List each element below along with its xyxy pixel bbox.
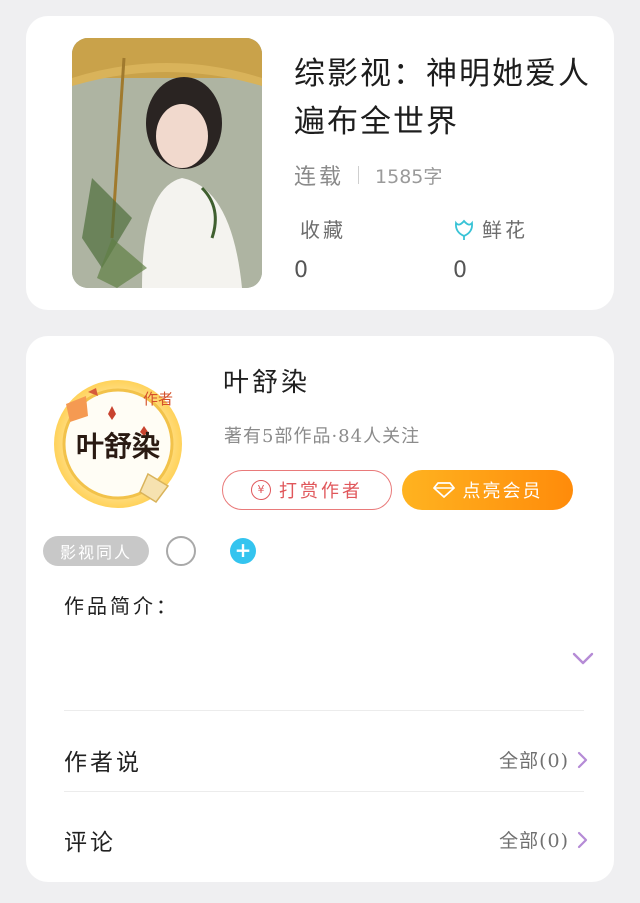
- flowers-count: 0: [453, 258, 467, 283]
- author-stats: 著有5部作品·84人关注: [224, 426, 421, 447]
- author-name[interactable]: 叶舒染: [223, 362, 310, 399]
- author-badge-avatar[interactable]: 叶舒染 作者: [48, 374, 188, 514]
- author-says-label: 作者说: [64, 750, 142, 776]
- comments-count: 全部(0): [499, 830, 569, 852]
- flower-icon: [455, 219, 473, 240]
- author-says-all-link[interactable]: 全部(0): [499, 746, 588, 773]
- chevron-right-icon: [577, 831, 588, 848]
- reward-author-button[interactable]: ¥ 打赏作者: [222, 470, 392, 510]
- vip-button[interactable]: 点亮会员: [402, 470, 573, 510]
- author-detail-card: 叶舒染 作者 叶舒染 著有5部作品·84人关注 ¥ 打赏作者 点亮会员 影视同人…: [26, 336, 614, 882]
- serial-status: 连载: [294, 165, 345, 190]
- favorites-count: 0: [294, 258, 308, 283]
- add-tag-button[interactable]: +: [230, 538, 256, 564]
- yen-icon: ¥: [251, 480, 271, 500]
- flowers-label: 鲜花: [482, 218, 528, 242]
- comments-label: 评论: [64, 830, 116, 856]
- book-cover-image[interactable]: [72, 38, 262, 288]
- reward-label: 打赏作者: [279, 481, 363, 502]
- section-divider: [64, 710, 584, 711]
- favorites-label: 收藏: [300, 218, 346, 242]
- meta-divider: [358, 166, 360, 184]
- word-count: 1585字: [375, 165, 443, 188]
- empty-circle-icon[interactable]: [166, 536, 196, 566]
- chevron-right-icon: [577, 751, 588, 768]
- flowers-button[interactable]: 鲜花: [452, 214, 528, 243]
- vip-label: 点亮会员: [462, 481, 543, 502]
- diamond-icon: [432, 482, 455, 498]
- badge-name-text: 叶舒染: [76, 430, 160, 463]
- badge-tag-text: 作者: [143, 390, 173, 408]
- book-info-card: 综影视：神明她爱人遍布全世界 连载 1585字 收藏 鲜花 0 0: [26, 16, 614, 310]
- chevron-down-icon[interactable]: [572, 652, 594, 666]
- comments-all-link[interactable]: 全部(0): [499, 826, 588, 853]
- favorites-button[interactable]: 收藏: [300, 214, 346, 243]
- section-divider: [64, 791, 584, 792]
- genre-tag[interactable]: 影视同人: [43, 536, 149, 566]
- intro-label: 作品简介：: [64, 594, 179, 618]
- author-says-count: 全部(0): [499, 750, 569, 772]
- cover-illustration: [72, 38, 262, 288]
- book-title: 综影视：神明她爱人遍布全世界: [294, 56, 591, 140]
- book-meta: 连载 1585字: [294, 159, 442, 191]
